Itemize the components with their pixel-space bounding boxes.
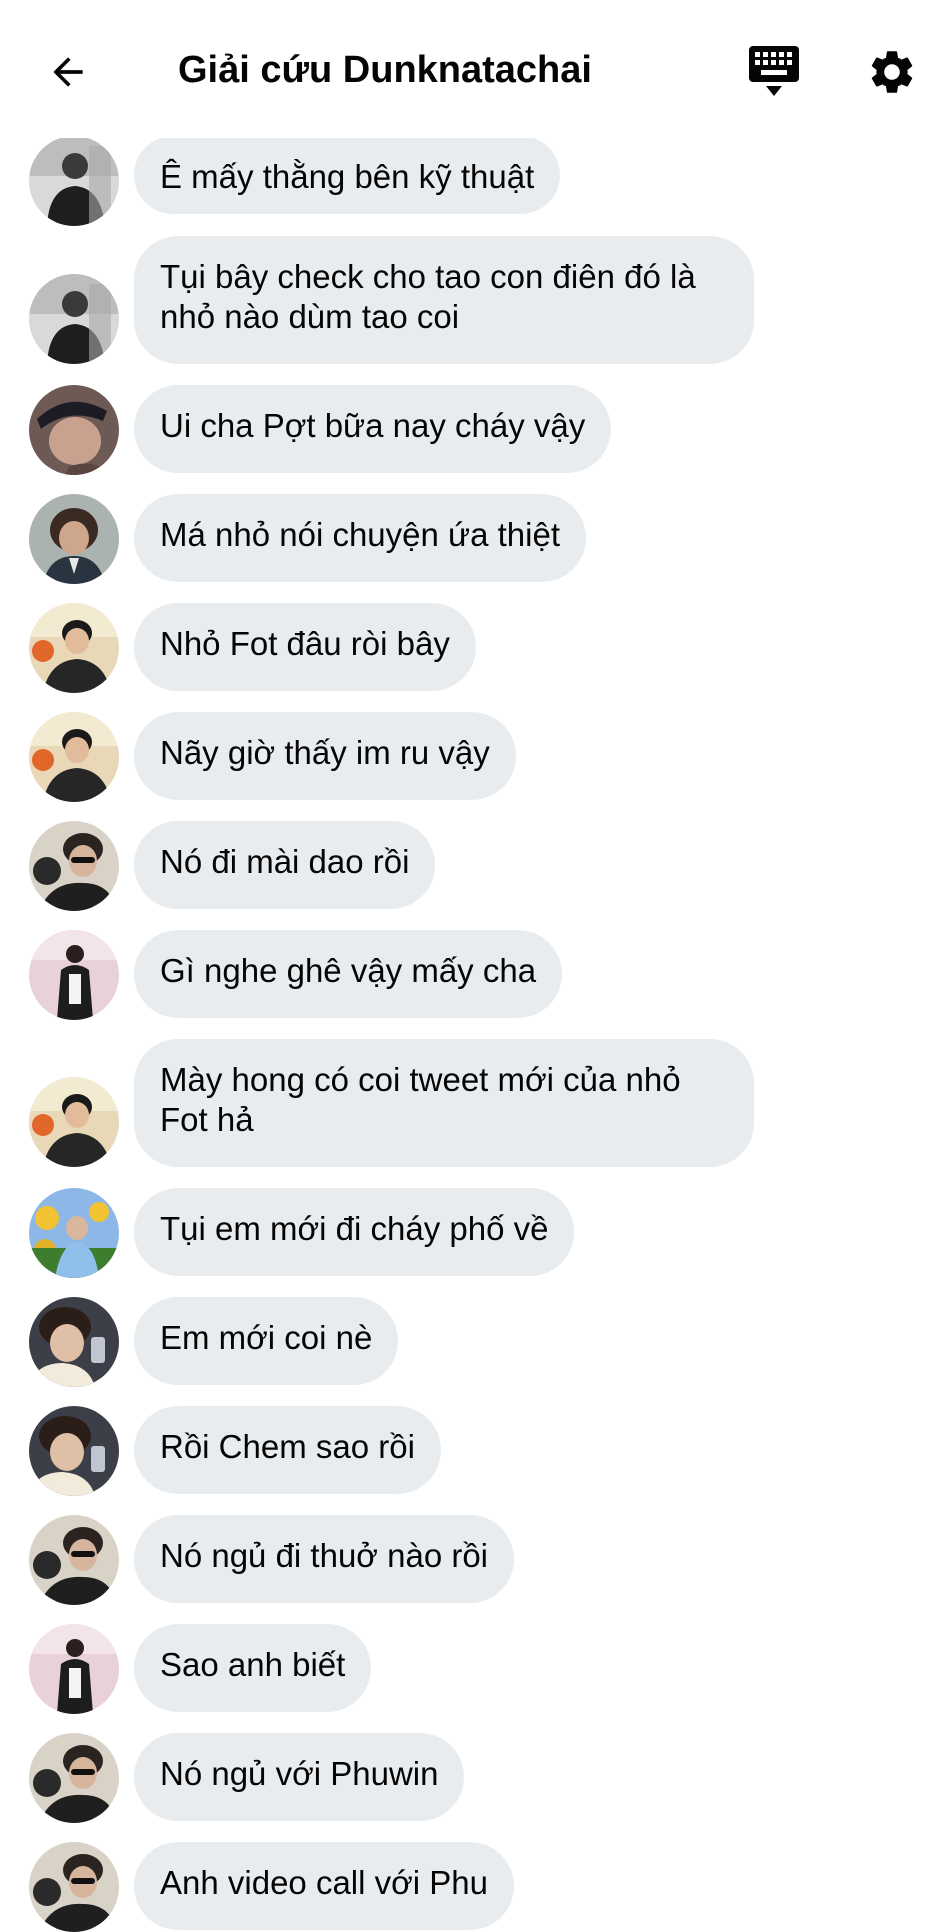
sender-avatar[interactable]	[29, 1733, 119, 1823]
message-bubble[interactable]: Rồi Chem sao rồi	[134, 1406, 441, 1494]
message-bubble[interactable]: Gì nghe ghê vậy mấy cha	[134, 930, 563, 1018]
sender-avatar[interactable]	[29, 930, 119, 1020]
message-bubble[interactable]: Em mới coi nè	[134, 1297, 399, 1385]
message-text: Sao anh biết	[160, 1646, 346, 1683]
message-bubble[interactable]: Sao anh biết	[134, 1624, 372, 1712]
message-bubble[interactable]: Mày hong có coi tweet mới của nhỏ Fot hả	[134, 1039, 754, 1167]
message-text: Nhỏ Fot đâu ròi bây	[160, 625, 450, 662]
message-bubble[interactable]: Nó đi mài dao rồi	[134, 821, 436, 909]
message-text: Nó ngủ đi thuở nào rồi	[160, 1537, 489, 1574]
arrow-left-icon	[53, 57, 83, 87]
back-button[interactable]	[36, 40, 100, 104]
sender-avatar[interactable]	[29, 1188, 119, 1278]
chat-header: Giải cứu Dunknatachai	[0, 0, 951, 138]
message-text: Rồi Chem sao rồi	[160, 1428, 415, 1465]
message-text: Mày hong có coi tweet mới của nhỏ Fot hả	[160, 1061, 681, 1138]
message-text: Nãy giờ thấy im ru vậy	[160, 734, 490, 771]
message-bubble[interactable]: Nãy giờ thấy im ru vậy	[134, 712, 516, 800]
sender-avatar[interactable]	[29, 1624, 119, 1714]
sender-avatar[interactable]	[29, 1515, 119, 1605]
message-bubble[interactable]: Tụi em mới đi cháy phố về	[134, 1188, 575, 1276]
message-list[interactable]: Ê mấy thằng bên kỹ thuật Tụi bây check c…	[0, 0, 951, 1920]
message-text: Gì nghe ghê vậy mấy cha	[160, 952, 537, 989]
chat-title: Giải cứu Dunknatachai	[178, 49, 592, 91]
keyboard-button[interactable]	[742, 40, 806, 104]
sender-avatar[interactable]	[29, 821, 119, 911]
message-text: Anh video call với Phu	[160, 1864, 488, 1901]
sender-avatar[interactable]	[29, 1406, 119, 1496]
message-bubble[interactable]: Anh video call với Phu	[134, 1842, 514, 1930]
gear-icon	[871, 51, 913, 93]
message-text: Tụi bây check cho tao con điên đó là nhỏ…	[160, 258, 696, 335]
message-bubble[interactable]: Má nhỏ nói chuyện ứa thiệt	[134, 494, 587, 582]
sender-avatar[interactable]	[29, 494, 119, 584]
sender-avatar[interactable]	[29, 603, 119, 693]
keyboard-icon	[749, 46, 799, 96]
message-text: Tụi em mới đi cháy phố về	[160, 1210, 549, 1247]
message-bubble[interactable]: Nó ngủ đi thuở nào rồi	[134, 1515, 515, 1603]
sender-avatar[interactable]	[29, 136, 119, 226]
message-text: Ê mấy thằng bên kỹ thuật	[160, 158, 535, 195]
sender-avatar[interactable]	[29, 274, 119, 364]
message-bubble[interactable]: Nó ngủ với Phuwin	[134, 1733, 465, 1821]
sender-avatar[interactable]	[29, 1077, 119, 1167]
message-bubble[interactable]: Ui cha Pợt bữa nay cháy vậy	[134, 385, 612, 473]
message-text: Em mới coi nè	[160, 1319, 373, 1356]
message-text: Ui cha Pợt bữa nay cháy vậy	[160, 407, 586, 444]
message-text: Má nhỏ nói chuyện ứa thiệt	[160, 516, 561, 553]
message-text: Nó đi mài dao rồi	[160, 843, 410, 880]
message-text: Nó ngủ với Phuwin	[160, 1755, 439, 1792]
message-bubble[interactable]: Nhỏ Fot đâu ròi bây	[134, 603, 476, 691]
settings-button[interactable]	[860, 40, 924, 104]
message-bubble[interactable]: Ê mấy thằng bên kỹ thuật	[134, 136, 561, 214]
sender-avatar[interactable]	[29, 1842, 119, 1932]
sender-avatar[interactable]	[29, 712, 119, 802]
sender-avatar[interactable]	[29, 1297, 119, 1387]
sender-avatar[interactable]	[29, 385, 119, 475]
message-bubble[interactable]: Tụi bây check cho tao con điên đó là nhỏ…	[134, 236, 754, 364]
